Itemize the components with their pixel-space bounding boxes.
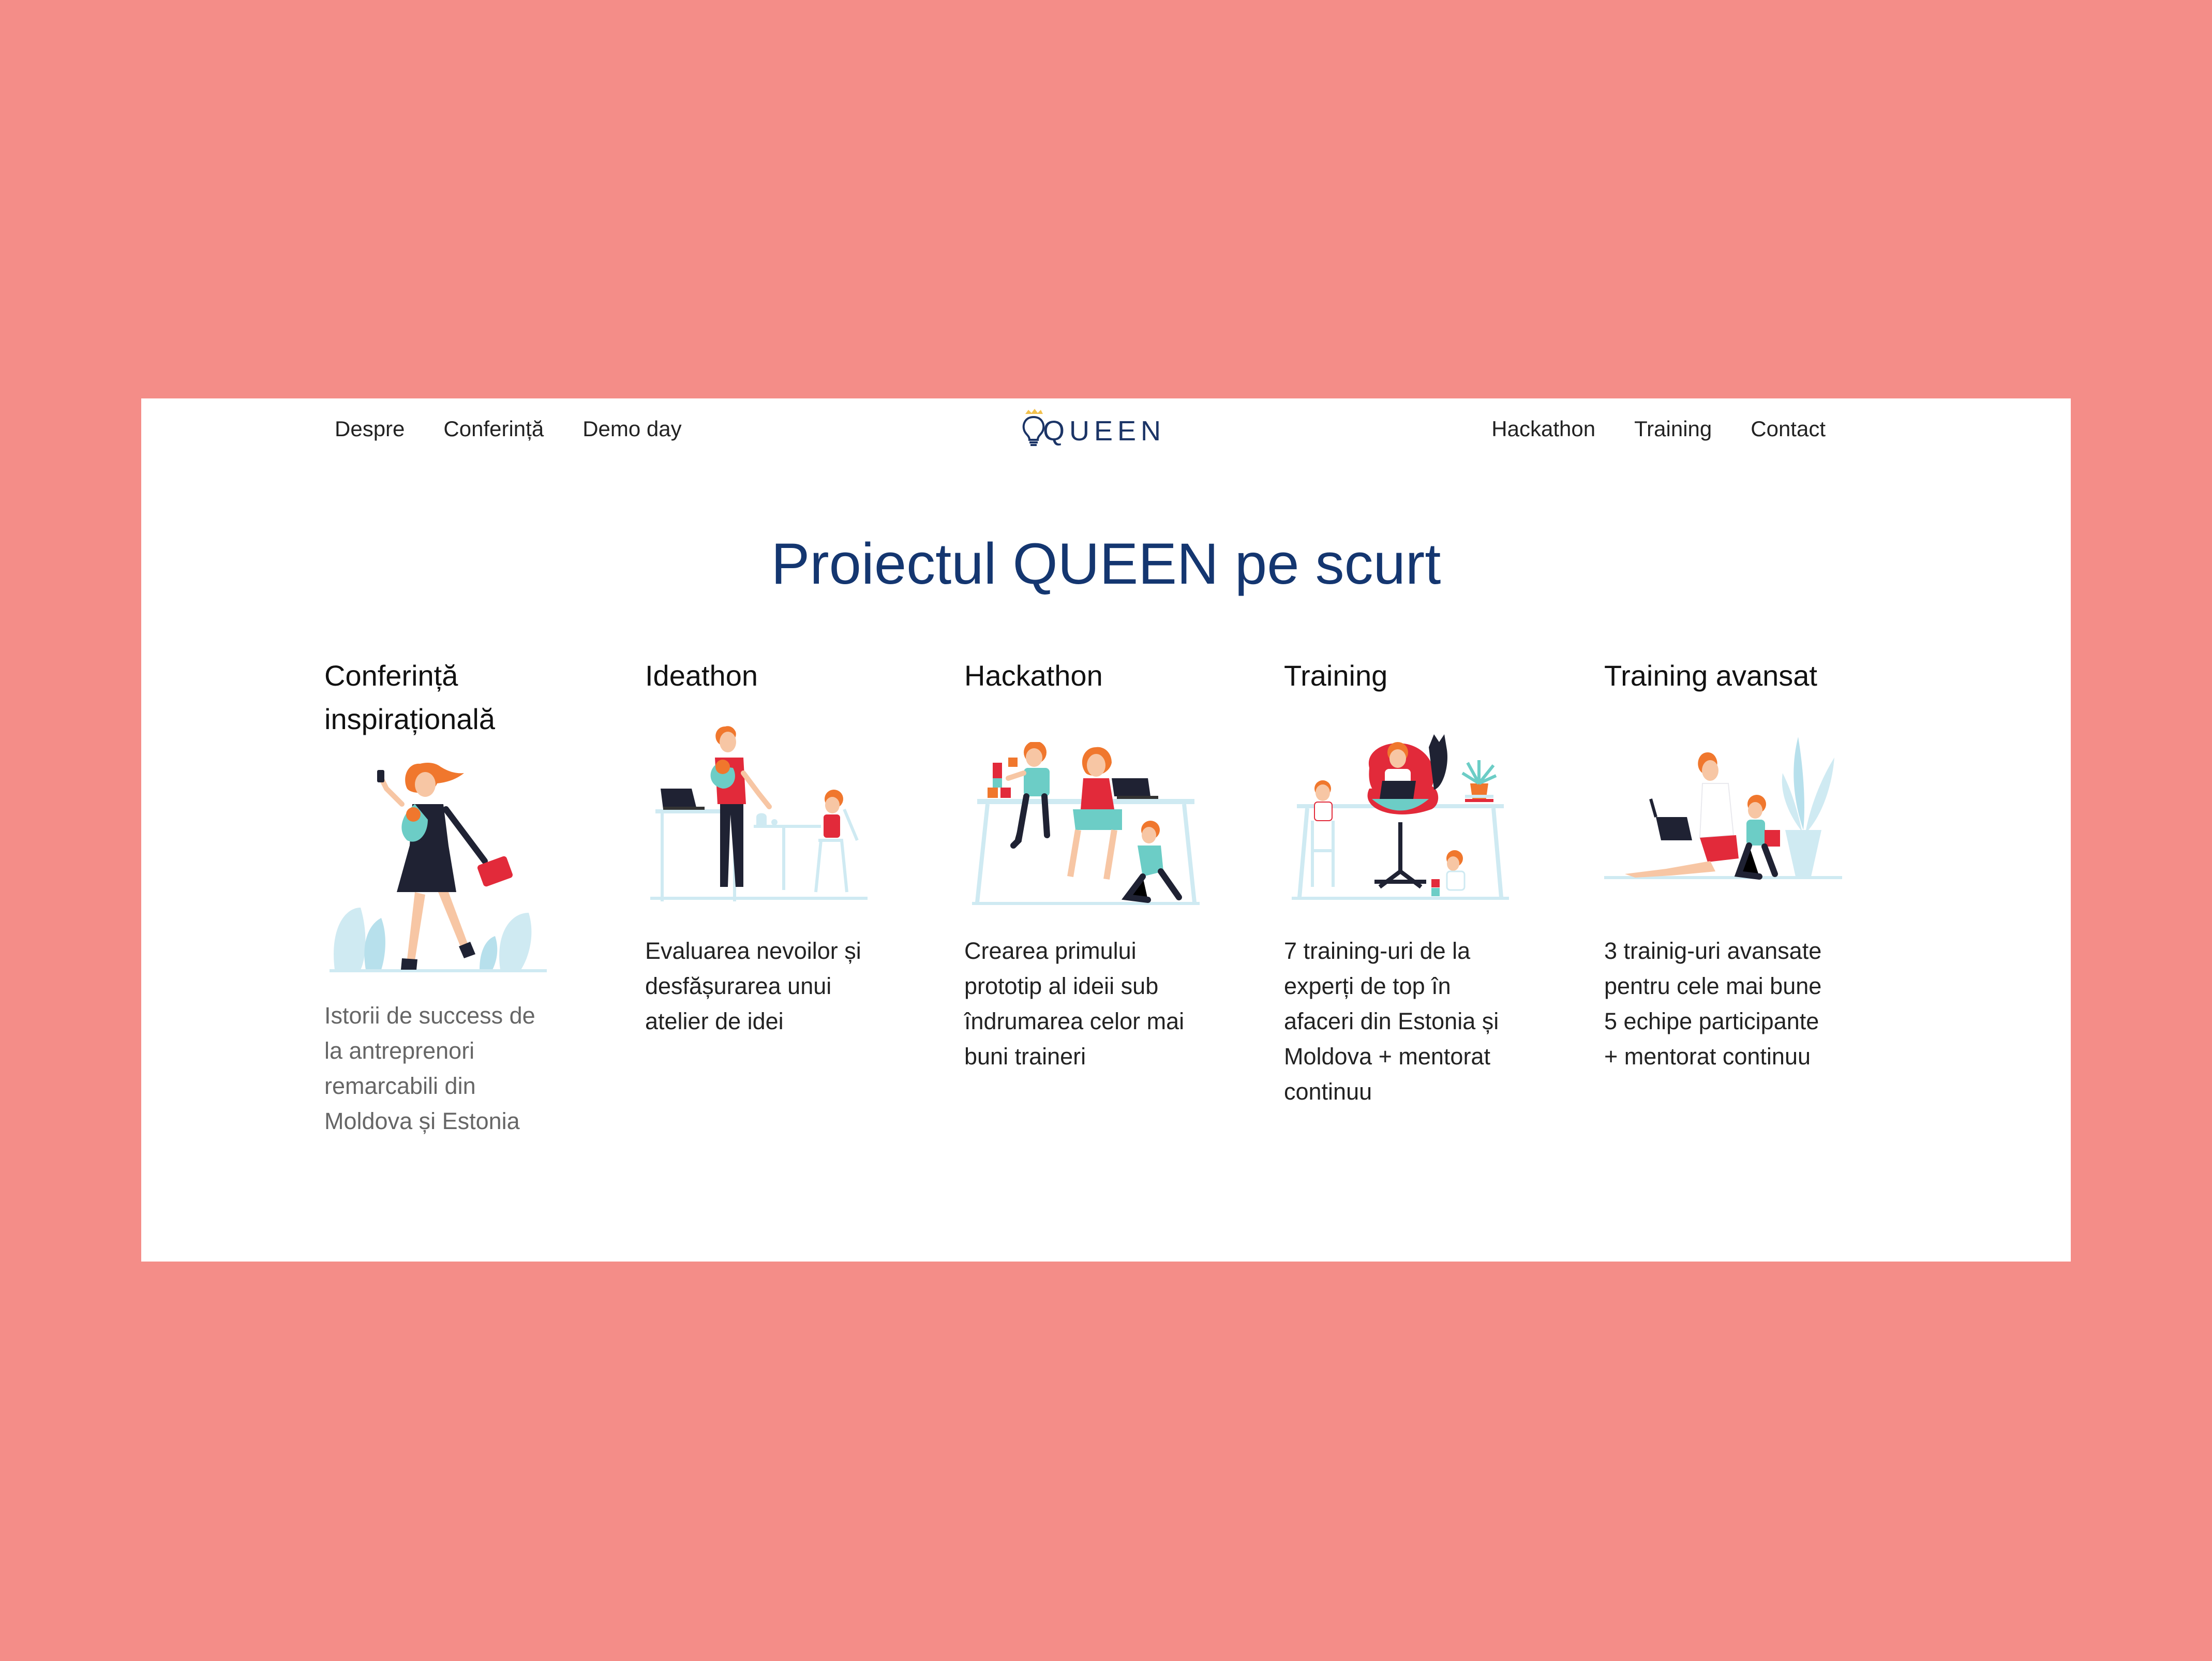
feature-desc-line: prototip al ideii sub (964, 973, 1159, 999)
nav-link-hackathon[interactable]: Hackathon (1491, 417, 1595, 441)
feature-description: Istorii de success de la antreprenori re… (324, 998, 562, 1139)
feature-card-ideathon: Ideathon Evaluarea nevoilor și desfășura… (645, 654, 878, 1034)
feature-desc-line: Crearea primului (964, 938, 1137, 964)
feature-desc-line: afaceri din Estonia și (1284, 1008, 1499, 1034)
feature-desc-line: Istorii de success de (324, 1002, 535, 1029)
feature-desc-line: + mentorat continuu (1604, 1043, 1811, 1070)
queen-logo[interactable]: QUEEN (1018, 408, 1161, 449)
feature-title: Ideathon (645, 659, 758, 692)
feature-desc-line: îndrumarea celor mai (964, 1008, 1185, 1034)
feature-desc-line: Moldova și Estonia (324, 1108, 520, 1134)
woman-laptop-chair-illustration (1292, 732, 1509, 902)
mother-working-illustration (650, 716, 868, 908)
woman-child-reading-illustration (1604, 726, 1842, 882)
feature-desc-line: 5 echipe participante (1604, 1008, 1819, 1034)
conference-woman-illustration (330, 758, 547, 975)
nav-link-demo-day[interactable]: Demo day (582, 417, 681, 441)
family-desk-illustration (972, 742, 1200, 908)
feature-desc-line: experți de top în (1284, 973, 1451, 999)
feature-title: Training (1284, 659, 1388, 692)
nav-link-training[interactable]: Training (1634, 417, 1712, 441)
feature-description: 7 training-uri de la experți de top în a… (1284, 933, 1527, 1109)
feature-description: 3 trainig-uri avansate pentru cele mai b… (1604, 933, 1847, 1074)
feature-title: Hackathon (964, 659, 1103, 692)
feature-title-line1: Conferință (324, 659, 458, 692)
top-navigation: Despre Conferință Demo day QUEEN Hackath… (141, 398, 2071, 461)
features-grid: Conferință inspirațională Istorii de suc… (324, 654, 1990, 1134)
feature-desc-line: remarcabili din (324, 1073, 476, 1099)
feature-description: Evaluarea nevoilor și desfășurarea unui … (645, 933, 888, 1039)
feature-desc-line: desfășurarea unui (645, 973, 832, 999)
logo-text: QUEEN (1043, 416, 1166, 447)
nav-right-group: Hackathon Training Contact (1491, 417, 1826, 441)
nav-link-conferinta[interactable]: Conferință (443, 417, 544, 441)
feature-desc-line: Evaluarea nevoilor și (645, 938, 861, 964)
nav-link-despre[interactable]: Despre (335, 417, 405, 441)
website-page: Despre Conferință Demo day QUEEN Hackath… (141, 398, 2071, 1262)
feature-card-training-avansat: Training avansat 3 trainig-uri avansate … (1604, 654, 1842, 1070)
feature-desc-line: buni traineri (964, 1043, 1086, 1070)
feature-desc-line: pentru cele mai bune (1604, 973, 1822, 999)
feature-desc-line: continuu (1284, 1078, 1372, 1105)
feature-desc-line: 3 trainig-uri avansate (1604, 938, 1822, 964)
section-title: Proiectul QUEEN pe scurt (771, 531, 1441, 596)
feature-desc-line: 7 training-uri de la (1284, 938, 1471, 964)
feature-title: Conferință inspirațională (324, 654, 557, 741)
nav-left-group: Despre Conferință Demo day (335, 417, 682, 441)
feature-desc-line: la antreprenori (324, 1037, 475, 1064)
feature-desc-line: atelier de idei (645, 1008, 784, 1034)
feature-title-line2: inspirațională (324, 703, 495, 735)
feature-title: Training avansat (1604, 659, 1817, 692)
feature-card-training: Training 7 training-uri de la experți de… (1284, 654, 1517, 1105)
nav-link-contact[interactable]: Contact (1751, 417, 1826, 441)
feature-desc-line: Moldova + mentorat (1284, 1043, 1490, 1070)
feature-card-hackathon: Hackathon Crearea primului prototip al i… (964, 654, 1200, 1070)
feature-description: Crearea primului prototip al ideii sub î… (964, 933, 1207, 1074)
feature-card-conferinta: Conferință inspirațională Istorii de suc… (324, 654, 557, 1134)
